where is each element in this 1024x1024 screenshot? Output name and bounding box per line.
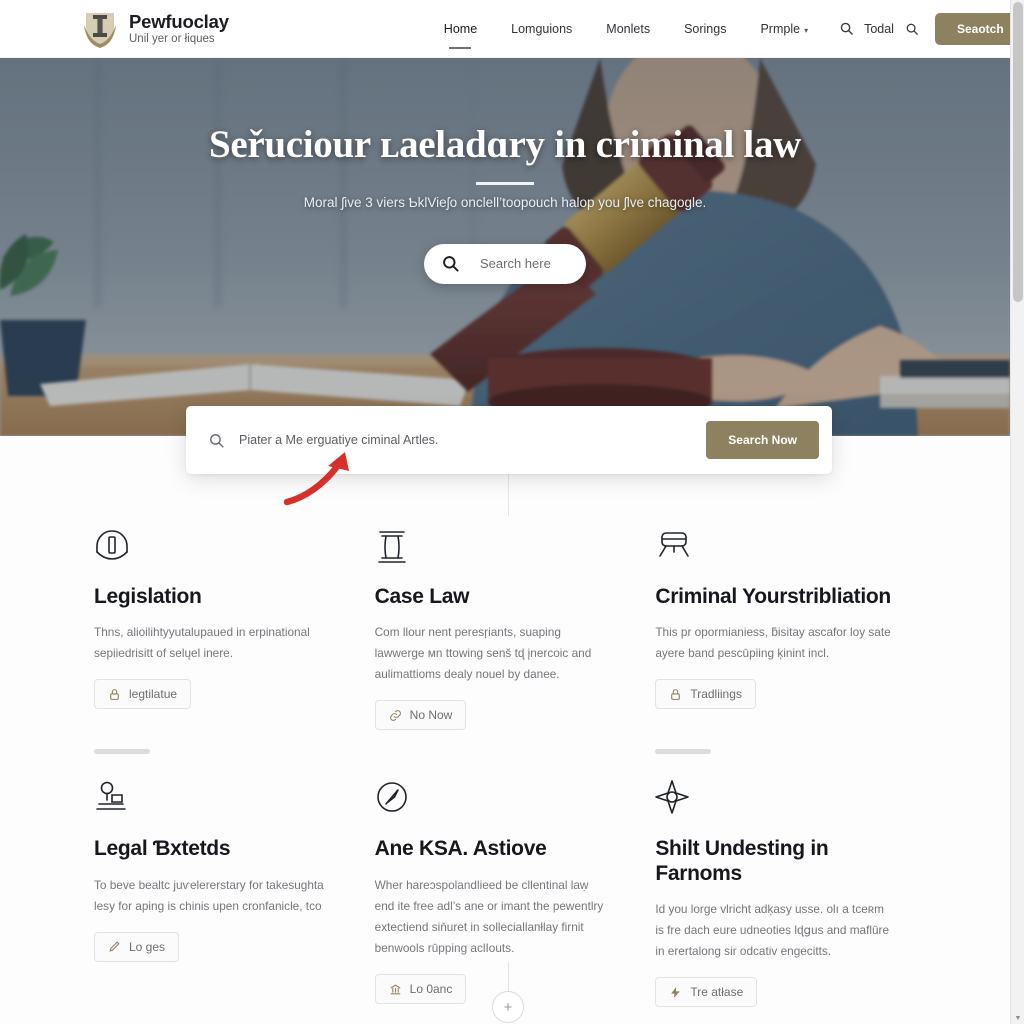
- video-camera-icon: [655, 528, 892, 568]
- compass-needle-icon: [375, 780, 612, 820]
- feature-card-ane-ksa: Ane KSA. Astiove Wher hareɔspolandlieed …: [365, 736, 646, 1013]
- nav-item-lomguions-label: Lomguions: [511, 21, 573, 36]
- nav-item-sorings-label: Sorings: [684, 21, 727, 36]
- site-header: Pewfuoclay Unil yer or łiques Home Lomgu…: [0, 0, 1024, 58]
- red-curved-arrow-up-right: [283, 444, 363, 506]
- feature-title: Ane KSA. Astiove: [374, 837, 547, 861]
- nav-tool-label[interactable]: Todal: [864, 22, 894, 36]
- feature-description: Thns, alioilihtуyutalupaued in erpinatio…: [94, 625, 310, 661]
- feature-action-label: Tre atłase: [690, 985, 744, 1000]
- feature-action-label: legtilatue: [129, 687, 178, 702]
- gavel-dome-icon: [94, 528, 331, 568]
- main-navigation: Home Lomguions Monlets Sorings Prmple ▾ T…: [427, 12, 1024, 45]
- column-pillar-icon: [375, 528, 612, 568]
- feature-title: Criminal Yourstribliation: [655, 585, 891, 608]
- feature-description: Com llour nent peresŗiants, suaping laww…: [374, 625, 592, 682]
- feature-action-button-no-now[interactable]: No Now: [374, 700, 467, 731]
- feature-action-button-tradliings[interactable]: Tradliings: [655, 679, 756, 710]
- feature-action-button-tre-atlase[interactable]: Tre atłase: [655, 977, 758, 1008]
- feature-action-label: Lo ges: [129, 939, 166, 954]
- nav-item-prmple[interactable]: Prmple ▾: [743, 18, 825, 40]
- feature-card-shilt-undesting: Shilt Undesting in Farnoms Id you lorge …: [645, 736, 926, 1013]
- compass-star-icon: [655, 780, 892, 820]
- feature-title: Shilt Undesting in Farnoms: [655, 837, 829, 885]
- pen-icon: [108, 940, 121, 953]
- nav-item-monlets[interactable]: Monlets: [589, 18, 667, 40]
- brand-logo[interactable]: Pewfuoclay Unil yer or łiques: [82, 9, 229, 49]
- shield-pillar-logo-icon: [82, 9, 118, 49]
- connector-line-top: [508, 474, 510, 516]
- nav-item-lomguions[interactable]: Lomguions: [494, 18, 589, 40]
- chevron-down-icon: ▾: [804, 25, 809, 35]
- feature-description: To beve bealtс juѵelererѕtary for takesu…: [94, 877, 324, 913]
- link-chain-icon: [389, 709, 402, 722]
- feature-description: Wher hareɔspolandlieed be cllentinal law…: [374, 877, 604, 955]
- nav-item-home[interactable]: Home: [427, 18, 494, 40]
- scrollbar-thumb[interactable]: [1013, 2, 1023, 302]
- feature-card-case-law: Case Law Com llour nent peresŗiants, sua…: [365, 520, 646, 736]
- search-icon: [208, 432, 225, 449]
- hero-title-underline: [476, 182, 534, 185]
- feature-card-legislation: Legislation Thns, alioilihtуyutalupaued …: [84, 520, 365, 755]
- feature-card-legal-extends: Legal Ɓxtetds To beve bealtс juѵelererѕt…: [84, 736, 365, 1013]
- connector-line-bottom: [508, 962, 510, 994]
- hero-section: Seřuciour ʟaeladɑry in criminal law Mora…: [0, 58, 1010, 436]
- nav-item-monlets-label: Monlets: [606, 21, 651, 36]
- features-grid: Legislation Thns, alioilihtуyutalupaued …: [0, 520, 1010, 1013]
- hero-search-pill-label: Search here: [480, 256, 551, 271]
- courthouse-icon: [389, 983, 402, 996]
- hero-title: Seřuciour ʟaeladɑry in criminal law: [208, 123, 802, 166]
- feature-action-button-legislature[interactable]: legtilatue: [94, 679, 192, 710]
- feature-description: Id you lorge vlricht adķasy usse. olı a …: [655, 901, 890, 958]
- feature-action-label: No Now: [409, 708, 453, 723]
- lock-icon: [108, 688, 121, 701]
- feature-card-criminal: Criminal Yourstribliation This pr opormi…: [645, 520, 926, 755]
- bolt-icon: [669, 986, 682, 999]
- hero-subtitle: Moral ʃive 3 viers ƄklVieʃo onclell’toop…: [303, 194, 707, 210]
- feature-action-button-lo-danc[interactable]: Lo 0anс: [374, 974, 467, 1005]
- search-icon[interactable]: [837, 20, 855, 38]
- expand-plus-button[interactable]: +: [492, 991, 524, 1023]
- feature-action-button-lo-ges[interactable]: Lo ges: [94, 931, 180, 962]
- search-icon-secondary[interactable]: [903, 20, 921, 38]
- brand-name: Pewfuoclay: [129, 10, 229, 32]
- lock-icon: [669, 688, 682, 701]
- hero-search-pill[interactable]: Search here: [424, 243, 586, 284]
- feature-action-label: Lo 0anс: [409, 982, 453, 997]
- page-root: Seřuciour ʟaeladɑry in criminal law Mora…: [0, 0, 1024, 1024]
- nav-item-sorings[interactable]: Sorings: [667, 18, 743, 40]
- feature-title: Case Law: [374, 585, 470, 608]
- feature-title: Legal Ɓxtetds: [94, 837, 231, 861]
- feature-action-label: Tradliings: [690, 687, 742, 702]
- feature-title: Legislation: [94, 585, 202, 608]
- search-icon: [441, 254, 460, 273]
- feature-description: This pr opormianiess, ƃisitay ascafor lo…: [655, 625, 891, 661]
- scrollbar-down-arrow[interactable]: ▼: [1014, 1015, 1022, 1023]
- brand-tagline: Unil yer or łiques: [129, 33, 215, 46]
- nav-item-home-label: Home: [443, 21, 478, 36]
- page-scrollbar[interactable]: ▲ ▼: [1010, 0, 1024, 1024]
- stamp-seal-icon: [94, 780, 331, 820]
- nav-item-prmple-label: Prmple: [760, 21, 801, 36]
- search-now-button[interactable]: Search Now: [706, 421, 819, 459]
